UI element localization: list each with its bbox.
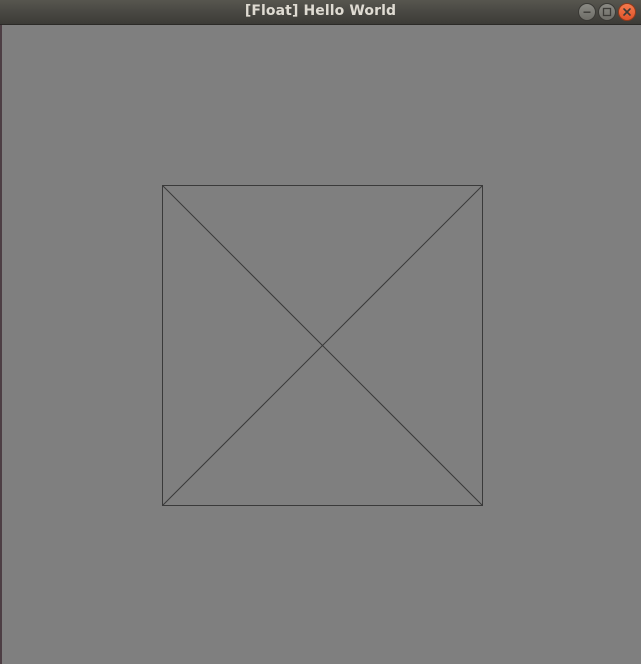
minimize-icon <box>583 11 591 13</box>
window-controls <box>578 3 636 21</box>
app-window: [Float] Hello World <box>0 0 641 664</box>
window-title: [Float] Hello World <box>244 3 397 19</box>
maximize-icon <box>602 7 612 17</box>
render-canvas[interactable] <box>2 25 641 664</box>
minimize-button[interactable] <box>578 3 596 21</box>
canvas-drawing <box>162 185 483 506</box>
close-button[interactable] <box>618 3 636 21</box>
close-icon <box>623 8 631 16</box>
title-bar[interactable]: [Float] Hello World <box>0 0 641 25</box>
maximize-button[interactable] <box>598 3 616 21</box>
